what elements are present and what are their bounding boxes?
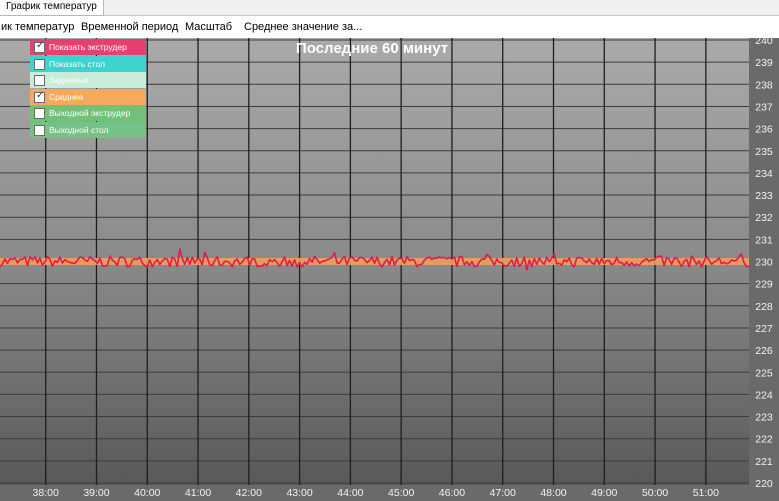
chart-title: Последние 60 минут	[296, 40, 448, 57]
x-tick-label: 40:00	[134, 487, 160, 499]
x-tick-label: 38:00	[33, 487, 59, 499]
y-tick-label: 235	[755, 146, 773, 158]
y-tick-label: 229	[755, 279, 773, 291]
y-tick-label: 236	[755, 124, 773, 136]
legend-label: Среднее	[49, 91, 84, 102]
menu-item-time-period[interactable]: Временной период	[81, 16, 178, 38]
menu-item-temperature-chart[interactable]: ик температур	[1, 16, 74, 38]
y-tick-label: 223	[755, 412, 773, 424]
legend-checkbox[interactable]	[34, 58, 45, 70]
x-tick-label: 44:00	[337, 487, 363, 499]
legend-checkbox[interactable]: ✓	[34, 89, 45, 103]
y-tick-label: 224	[755, 389, 773, 401]
menu-item-scale[interactable]: Масштаб	[185, 16, 232, 38]
y-tick-label: 226	[755, 345, 773, 357]
legend-label: Заданные	[49, 75, 89, 85]
chart-legend: ✓ Показать экструдер Показать стол Заданные…	[30, 39, 146, 138]
y-tick-label: 222	[755, 434, 773, 446]
x-tick-label: 45:00	[388, 487, 414, 499]
temperature-chart: 220 221 222 223 224 225 226 227 228 229 230 231 232 2…	[0, 38, 779, 501]
x-tick-label: 51:00	[693, 487, 719, 499]
menu-item-average-value[interactable]: Среднее значение за...	[244, 16, 362, 38]
legend-item[interactable]: ✓ Показать экструдер	[30, 39, 146, 55]
y-tick-label: 227	[755, 323, 773, 335]
y-tick-label: 225	[755, 367, 773, 379]
x-tick-label: 50:00	[642, 487, 668, 499]
x-tick-label: 43:00	[286, 487, 312, 499]
y-axis: 220 221 222 223 224 225 226 227 228 229 230 231 232 2…	[755, 38, 773, 490]
x-tick-label: 48:00	[540, 487, 566, 499]
legend-checkbox[interactable]: ✓	[34, 40, 45, 53]
y-tick-label: 220	[755, 478, 773, 490]
menubar: ик температур Временной период Масштаб С…	[0, 16, 779, 39]
legend-label: Показать экструдер	[49, 42, 127, 52]
y-tick-label: 240	[755, 38, 773, 47]
x-tick-label: 42:00	[236, 487, 262, 499]
legend-label: Выходной экструдер	[49, 108, 131, 118]
legend-checkbox[interactable]	[34, 124, 45, 136]
y-tick-label: 239	[755, 57, 773, 69]
check-icon: ✓	[36, 89, 45, 101]
x-tick-label: 49:00	[591, 487, 617, 499]
legend-item[interactable]: Заданные	[30, 72, 146, 88]
x-tick-label: 39:00	[83, 487, 109, 499]
tab-temperature-chart[interactable]: График температур	[0, 0, 104, 16]
y-tick-label: 237	[755, 101, 773, 113]
y-tick-label: 221	[755, 456, 773, 468]
y-tick-label: 231	[755, 234, 773, 246]
legend-checkbox[interactable]	[34, 108, 45, 119]
x-tick-label: 41:00	[185, 487, 211, 499]
y-tick-label: 230	[755, 257, 773, 269]
legend-item[interactable]: ✓ Среднее	[30, 88, 146, 105]
y-tick-label: 228	[755, 301, 773, 313]
y-tick-label: 238	[755, 79, 773, 91]
y-tick-label: 234	[755, 168, 773, 180]
legend-item[interactable]: Выходной стол	[30, 121, 146, 138]
legend-checkbox[interactable]	[34, 75, 45, 86]
x-tick-label: 47:00	[490, 487, 516, 499]
check-icon: ✓	[36, 40, 45, 51]
x-tick-label: 46:00	[439, 487, 465, 499]
y-tick-label: 232	[755, 212, 773, 224]
legend-item[interactable]: Показать стол	[30, 55, 146, 72]
legend-item[interactable]: Выходной экструдер	[30, 105, 146, 121]
legend-label: Выходной стол	[49, 124, 109, 135]
legend-label: Показать стол	[49, 58, 106, 69]
window-tabstrip: График температур	[0, 0, 779, 16]
y-tick-label: 233	[755, 190, 773, 202]
